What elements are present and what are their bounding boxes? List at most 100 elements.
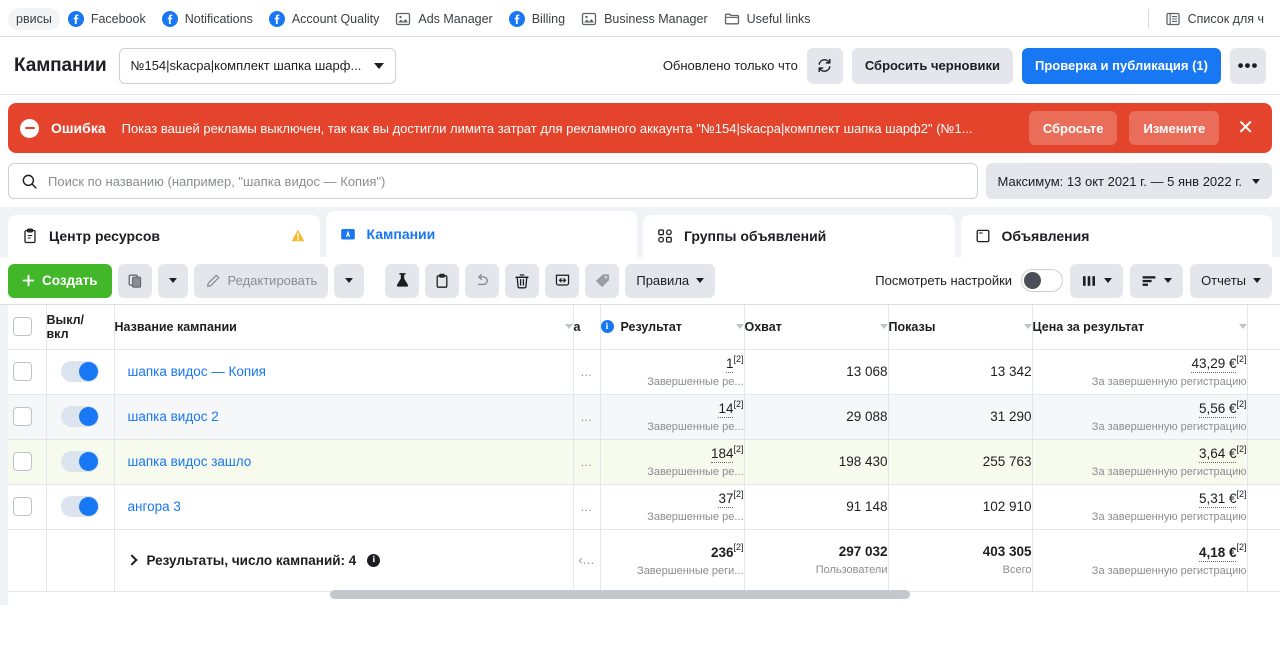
- row-overflow-cell[interactable]: ...: [573, 439, 601, 485]
- campaign-on-off-toggle[interactable]: [61, 361, 99, 382]
- error-change-button[interactable]: Измените: [1129, 111, 1220, 145]
- cpr-footnote: [2]: [1236, 443, 1247, 454]
- delete-button[interactable]: [505, 263, 540, 298]
- refresh-icon: [818, 58, 831, 73]
- row-overflow-cell[interactable]: ...: [573, 484, 601, 530]
- row-overflow-cell[interactable]: ...: [573, 349, 601, 395]
- bookmark-billing[interactable]: Billing: [501, 7, 573, 31]
- row-toggle-cell[interactable]: [46, 439, 115, 485]
- rules-button[interactable]: Правила: [625, 263, 716, 298]
- result-subtitle: Завершенные ре...: [647, 376, 744, 389]
- row-reach-cell: 13 068: [744, 349, 889, 395]
- campaign-on-off-toggle[interactable]: [61, 451, 99, 472]
- view-settings-toggle[interactable]: [1021, 269, 1064, 292]
- reports-button[interactable]: Отчеты: [1190, 263, 1272, 298]
- copy-button[interactable]: [425, 263, 460, 298]
- tag-button[interactable]: [585, 263, 620, 298]
- info-icon[interactable]: i: [367, 553, 381, 567]
- row-name-cell[interactable]: шапка видос — Копия: [114, 349, 574, 395]
- table-row[interactable]: ангора 3 ... 37[2] Завершенные ре... 91 …: [0, 484, 1280, 530]
- edit-dropdown-button[interactable]: [334, 263, 365, 298]
- ab-test-button[interactable]: [385, 263, 420, 298]
- header-campaign-name[interactable]: Название кампании: [114, 305, 574, 350]
- row-more-icon[interactable]: ...: [574, 410, 600, 424]
- table-row[interactable]: шапка видос 2 ... 14[2] Завершенные ре..…: [0, 394, 1280, 440]
- bookmark-services[interactable]: рвисы: [8, 7, 60, 30]
- result-footnote: [2]: [733, 398, 744, 409]
- chevron-right-icon[interactable]: [125, 554, 138, 566]
- row-checkbox[interactable]: [13, 452, 33, 471]
- bookmark-label: Billing: [531, 11, 566, 26]
- bookmark-account-quality[interactable]: Account Quality: [261, 7, 388, 31]
- row-name-cell[interactable]: ангора 3: [114, 484, 574, 530]
- tab-campaigns[interactable]: Кампании: [325, 211, 637, 257]
- header-toggle-line2: вкл: [46, 326, 69, 341]
- header-reach[interactable]: Охват: [744, 305, 889, 350]
- info-icon: i: [600, 320, 614, 334]
- duplicate-dropdown-button[interactable]: [157, 263, 188, 298]
- table-row[interactable]: шапка видос — Копия ... 1[2] Завершенные…: [0, 349, 1280, 395]
- bookmark-reading-list[interactable]: Список для ч: [1157, 7, 1272, 31]
- table-row[interactable]: шапка видос зашло ... 184[2] Завершенные…: [0, 439, 1280, 485]
- adsets-icon: [658, 229, 672, 243]
- row-more-icon[interactable]: ...: [574, 365, 600, 379]
- error-reset-button[interactable]: Сбросьте: [1028, 111, 1118, 145]
- row-checkbox[interactable]: [13, 407, 33, 426]
- clipboard-icon: [24, 228, 36, 244]
- campaign-name-link[interactable]: шапка видос — Копия: [115, 364, 573, 379]
- row-overflow-cell[interactable]: ...: [573, 394, 601, 440]
- close-icon[interactable]: ✕: [1231, 118, 1260, 138]
- bookmark-business-manager[interactable]: Business Manager: [573, 7, 716, 31]
- row-toggle-cell[interactable]: [46, 349, 115, 395]
- horizontal-scrollbar[interactable]: [0, 590, 1280, 599]
- bookmark-ads-manager[interactable]: Ads Manager: [387, 7, 500, 31]
- campaign-name-link[interactable]: шапка видос зашло: [115, 454, 573, 469]
- search-input[interactable]: [48, 173, 965, 189]
- impressions-value: 102 910: [982, 498, 1032, 514]
- scrollbar-thumb[interactable]: [330, 590, 910, 599]
- more-options-button[interactable]: •••: [1230, 47, 1266, 84]
- breakdown-button[interactable]: [1130, 263, 1184, 298]
- tab-resource-center[interactable]: Центр ресурсов: [8, 215, 320, 257]
- impressions-value: 255 763: [982, 453, 1032, 469]
- row-more-icon[interactable]: ...: [574, 455, 600, 469]
- row-name-cell[interactable]: шапка видос 2: [114, 394, 574, 440]
- bookmark-label: Список для ч: [1187, 11, 1264, 26]
- row-next-cell: [1247, 349, 1280, 395]
- select-all-checkbox[interactable]: [13, 317, 33, 337]
- bookmark-useful-links[interactable]: Useful links: [716, 7, 819, 31]
- header-impressions[interactable]: Показы: [888, 305, 1033, 350]
- header-cost-per-result[interactable]: Цена за результат: [1032, 305, 1248, 350]
- ad-account-select[interactable]: №154|skacpa|комплект шапка шарф...: [118, 47, 396, 84]
- export-button[interactable]: [545, 263, 580, 298]
- refresh-button[interactable]: [806, 47, 843, 84]
- campaign-name-link[interactable]: шапка видос 2: [115, 409, 573, 424]
- undo-button[interactable]: [465, 263, 500, 298]
- create-button[interactable]: Создать: [8, 263, 112, 298]
- row-checkbox[interactable]: [13, 497, 33, 516]
- row-checkbox[interactable]: [13, 362, 33, 381]
- row-name-cell[interactable]: шапка видос зашло: [114, 439, 574, 485]
- tab-adsets[interactable]: Группы объявлений: [643, 215, 955, 257]
- date-range-picker[interactable]: Максимум: 13 окт 2021 г. — 5 янв 2022 г.: [985, 163, 1272, 199]
- columns-button[interactable]: [1070, 263, 1124, 298]
- search-container[interactable]: [8, 163, 978, 199]
- campaigns-table: Выкл/ вкл Название кампании а i Результа…: [0, 305, 1280, 592]
- campaign-on-off-toggle[interactable]: [61, 496, 99, 517]
- duplicate-button[interactable]: [117, 263, 152, 298]
- edit-button[interactable]: Редактировать: [193, 263, 329, 298]
- campaign-name-link[interactable]: ангора 3: [115, 499, 573, 514]
- facebook-icon: [161, 10, 178, 27]
- row-toggle-cell[interactable]: [46, 394, 115, 440]
- row-more-icon[interactable]: ...: [574, 500, 600, 514]
- bookmark-notifications[interactable]: Notifications: [154, 7, 261, 31]
- row-toggle-cell[interactable]: [46, 484, 115, 530]
- bookmark-facebook[interactable]: Facebook: [60, 7, 154, 31]
- tab-ads[interactable]: Объявления: [960, 215, 1272, 257]
- totals-result-value: 236: [710, 544, 734, 560]
- totals-label-cell[interactable]: Результаты, число кампаний: 4 i: [114, 529, 574, 592]
- review-and-publish-button[interactable]: Проверка и публикация (1): [1021, 47, 1221, 84]
- discard-drafts-button[interactable]: Сбросить черновики: [851, 47, 1013, 84]
- campaign-on-off-toggle[interactable]: [61, 406, 99, 427]
- header-result[interactable]: i Результат: [600, 305, 745, 350]
